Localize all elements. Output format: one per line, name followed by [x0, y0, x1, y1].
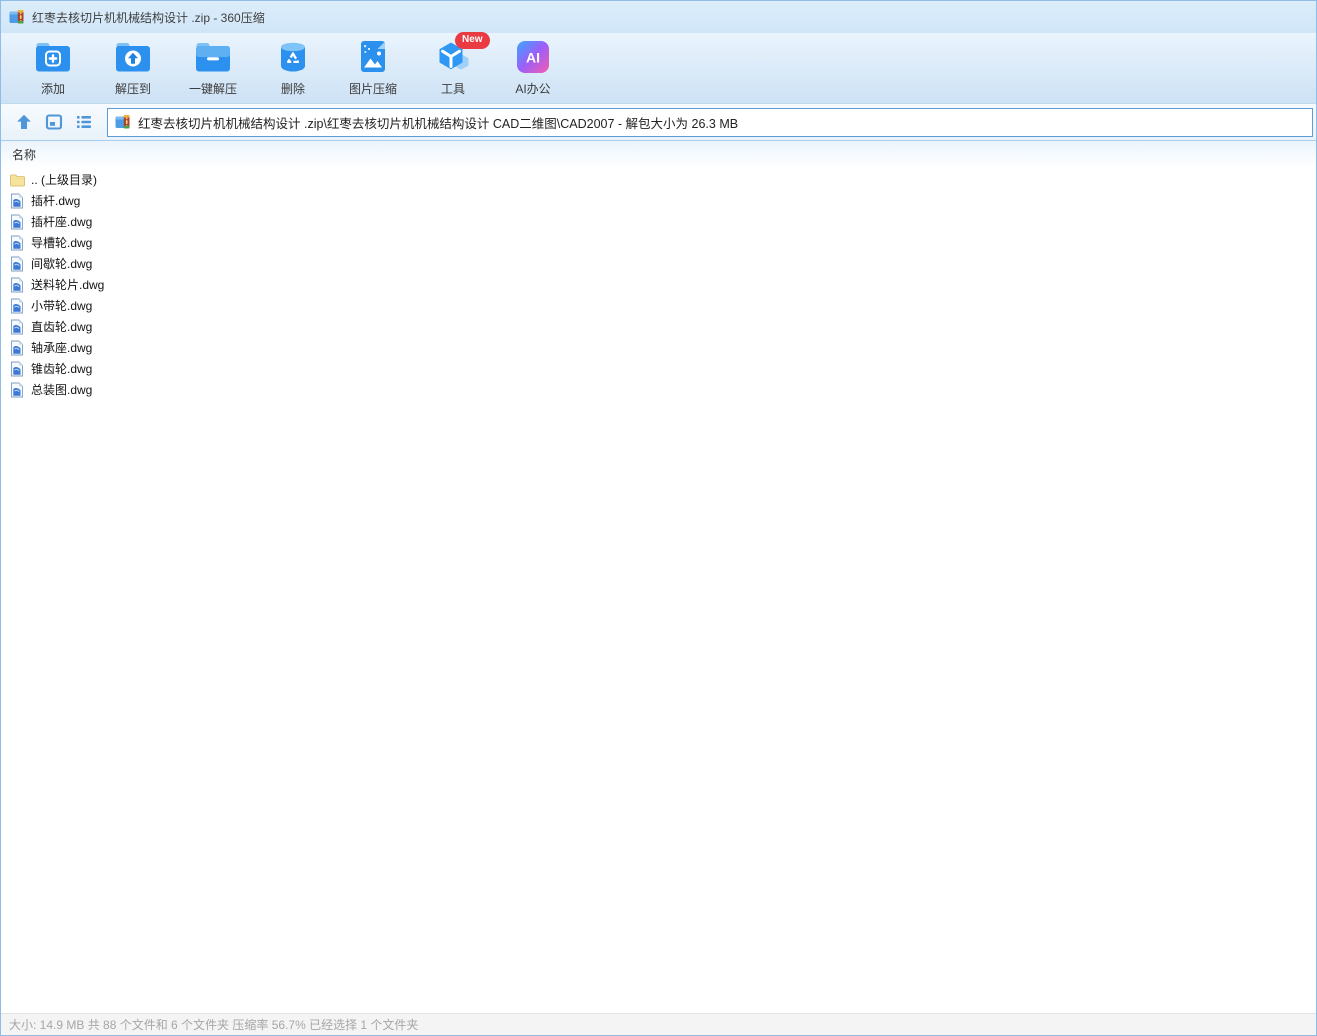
file-row[interactable]: .. (上级目录)	[1, 169, 1316, 190]
toolbar-button-label: 删除	[280, 82, 305, 96]
toolbar-button[interactable]: AI AI办公	[493, 33, 573, 103]
status-text: 大小: 14.9 MB 共 88 个文件和 6 个文件夹 压缩率 56.7% 已…	[9, 1018, 419, 1032]
file-list: .. (上级目录) 插杆.dwg 插杆座.dwg 导槽轮.dwg 间歇轮.dwg…	[1, 167, 1316, 1013]
title-bar[interactable]: 红枣去核切片机机械结构设计 .zip - 360压缩	[1, 1, 1316, 33]
add-folder-icon	[34, 39, 72, 75]
toolbar-button[interactable]: 解压到	[93, 33, 173, 103]
zip-file-icon	[115, 114, 131, 130]
file-name: 总装图.dwg	[31, 383, 93, 397]
zip-file-icon	[9, 9, 25, 25]
address-bar[interactable]: 红枣去核切片机机械结构设计 .zip\红枣去核切片机机械结构设计 CAD二维图\…	[107, 107, 1313, 137]
file-name: 插杆.dwg	[31, 194, 81, 208]
toolbar-button-label: 一键解压	[188, 82, 237, 96]
toolbar-button-label: 添加	[40, 82, 65, 96]
file-row[interactable]: 总装图.dwg	[1, 379, 1316, 400]
dwg-file-icon	[9, 298, 25, 314]
file-row[interactable]: 插杆.dwg	[1, 190, 1316, 211]
file-name: 小带轮.dwg	[31, 299, 93, 313]
file-name: 导槽轮.dwg	[31, 236, 93, 250]
file-name: 间歇轮.dwg	[31, 257, 93, 271]
file-row[interactable]: 间歇轮.dwg	[1, 253, 1316, 274]
dwg-file-icon	[9, 214, 25, 230]
toolbar-button[interactable]: 图片压缩	[333, 33, 413, 103]
toolbar-button-label: AI办公	[515, 82, 551, 96]
toolbar-button-label: 解压到	[114, 82, 151, 96]
file-row[interactable]: 轴承座.dwg	[1, 337, 1316, 358]
file-name: 插杆座.dwg	[31, 215, 93, 229]
dwg-file-icon	[9, 382, 25, 398]
dwg-file-icon	[9, 277, 25, 293]
list-header: 名称	[1, 141, 1316, 167]
address-path: 红枣去核切片机机械结构设计 .zip\红枣去核切片机机械结构设计 CAD二维图\…	[138, 116, 739, 131]
file-row[interactable]: 锥齿轮.dwg	[1, 358, 1316, 379]
file-row[interactable]: 小带轮.dwg	[1, 295, 1316, 316]
image-compress-icon	[354, 39, 392, 75]
file-row[interactable]: 送料轮片.dwg	[1, 274, 1316, 295]
new-badge: New	[455, 32, 490, 49]
extract-to-folder-icon	[114, 39, 152, 75]
file-row[interactable]: 导槽轮.dwg	[1, 232, 1316, 253]
toolbar-button[interactable]: 一键解压	[173, 33, 253, 103]
dwg-file-icon	[9, 193, 25, 209]
toolbar: 添加 解压到 一键解压 删除 图片压缩 New 工具 AI AI办公	[1, 32, 1316, 104]
ai-office-icon: AI	[514, 39, 552, 75]
dwg-file-icon	[9, 319, 25, 335]
up-icon[interactable]	[11, 109, 37, 135]
360zip-window: 红枣去核切片机机械结构设计 .zip - 360压缩 添加 解压到 一键解压 删…	[0, 0, 1317, 1036]
dwg-file-icon	[9, 235, 25, 251]
file-name: .. (上级目录)	[31, 173, 97, 187]
toolbar-button[interactable]: 删除	[253, 33, 333, 103]
file-name: 直齿轮.dwg	[31, 320, 93, 334]
status-bar: 大小: 14.9 MB 共 88 个文件和 6 个文件夹 压缩率 56.7% 已…	[1, 1013, 1316, 1035]
dwg-file-icon	[9, 340, 25, 356]
toolbar-button-label: 工具	[440, 82, 465, 96]
delete-trash-icon	[274, 39, 312, 75]
dwg-file-icon	[9, 361, 25, 377]
file-row[interactable]: 直齿轮.dwg	[1, 316, 1316, 337]
dwg-file-icon	[9, 256, 25, 272]
list-view-icon[interactable]	[71, 109, 97, 135]
parent-folder-icon	[9, 172, 25, 188]
file-name: 送料轮片.dwg	[31, 278, 105, 292]
file-name: 轴承座.dwg	[31, 341, 93, 355]
window-title: 红枣去核切片机机械结构设计 .zip - 360压缩	[32, 10, 265, 25]
svg-text:AI: AI	[526, 50, 540, 66]
toolbar-button[interactable]: New 工具	[413, 32, 493, 103]
toolbar-button[interactable]: 添加	[13, 33, 93, 103]
navigation-bar: 红枣去核切片机机械结构设计 .zip\红枣去核切片机机械结构设计 CAD二维图\…	[1, 104, 1316, 141]
toolbar-button-label: 图片压缩	[348, 82, 397, 96]
column-header-name[interactable]: 名称	[6, 146, 42, 163]
view-mode-icon[interactable]	[41, 109, 67, 135]
one-click-extract-icon	[194, 39, 232, 75]
file-row[interactable]: 插杆座.dwg	[1, 211, 1316, 232]
file-name: 锥齿轮.dwg	[31, 362, 93, 376]
